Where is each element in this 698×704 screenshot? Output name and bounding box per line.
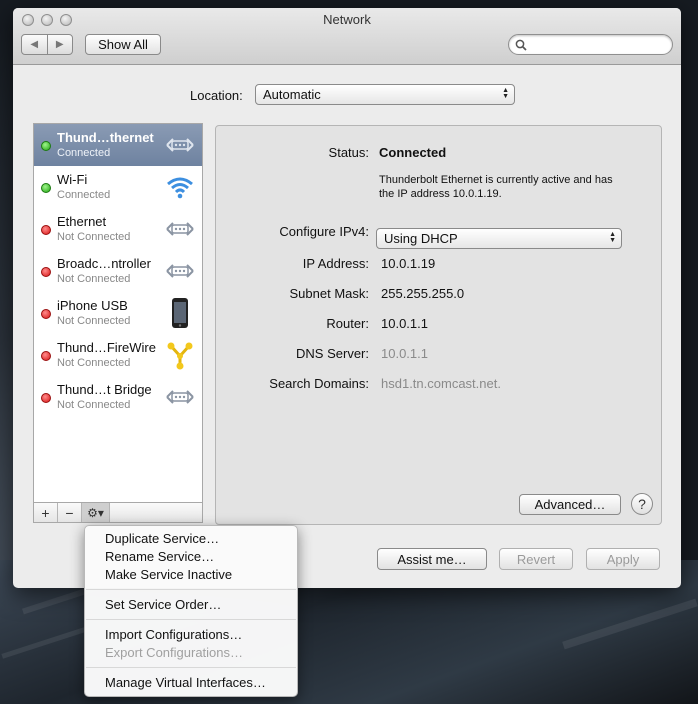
menu-item-import-configurations[interactable]: Import Configurations… (105, 627, 242, 642)
search-icon (515, 39, 527, 51)
service-name: Thund…t Bridge (57, 382, 152, 397)
ip-address-value: 10.0.1.19 (381, 256, 436, 271)
service-status: Not Connected (57, 357, 131, 369)
menu-item-make-service-inactive[interactable]: Make Service Inactive (105, 567, 232, 582)
service-item-ethernet[interactable]: Ethernet Not Connected (34, 208, 202, 250)
status-dot (41, 267, 51, 277)
service-name: Broadc…ntroller (57, 256, 151, 271)
status-dot (41, 225, 51, 235)
back-forward-control: ◀ ▶ (21, 34, 73, 55)
search-domains-label: Search Domains: (269, 376, 369, 391)
service-item-wifi[interactable]: Wi-Fi Connected (34, 166, 202, 208)
chevron-left-icon[interactable]: ◀ (22, 35, 48, 54)
status-dot (41, 351, 51, 361)
menu-item-rename-service[interactable]: Rename Service… (105, 549, 214, 564)
wifi-icon (167, 177, 193, 199)
service-name: Thund…thernet (57, 130, 154, 145)
ethernet-icon (166, 138, 194, 152)
status-dot (41, 393, 51, 403)
popup-arrows-icon: ▲ ▼ (609, 231, 616, 244)
service-status: Not Connected (57, 231, 131, 243)
remove-service-button[interactable]: − (58, 503, 82, 522)
service-name: Ethernet (57, 214, 107, 229)
service-name: Thund…FireWire (57, 340, 156, 355)
status-dot (41, 309, 51, 319)
add-service-button[interactable]: + (34, 503, 58, 522)
service-item-broadcom-controller[interactable]: Broadc…ntroller Not Connected (34, 250, 202, 292)
chevron-right-icon[interactable]: ▶ (48, 35, 73, 54)
window-title: Network (323, 12, 371, 27)
detail-panel: Status: Connected Thunderbolt Ethernet i… (215, 125, 662, 525)
subnet-mask-label: Subnet Mask: (289, 286, 370, 301)
service-status: Not Connected (57, 273, 131, 285)
status-dot (41, 183, 51, 193)
location-label: Location: (190, 88, 243, 103)
service-status: Connected (57, 189, 111, 201)
apply-button[interactable]: Apply (586, 548, 660, 570)
status-value: Connected (379, 145, 447, 160)
dns-server-label: DNS Server: (296, 346, 369, 361)
help-button[interactable]: ? (631, 493, 653, 515)
ethernet-icon (166, 264, 194, 278)
network-window: Network ◀ ▶ Show All Location: Automatic… (13, 8, 681, 588)
ip-address-label: IP Address: (302, 256, 369, 271)
location-popup[interactable]: Automatic ▲ ▼ (255, 84, 515, 105)
status-description: Thunderbolt Ethernet is currently active… (379, 174, 613, 200)
service-name: iPhone USB (57, 298, 128, 313)
search-domains-value: hsd1.tn.comcast.net. (381, 376, 501, 391)
menu-item-export-configurations: Export Configurations… (105, 645, 244, 660)
iphone-icon (172, 298, 188, 328)
assist-me-button[interactable]: Assist me… (377, 548, 487, 570)
service-status: Not Connected (57, 399, 131, 411)
search-input[interactable] (508, 34, 673, 55)
popup-arrows-icon: ▲ ▼ (502, 87, 509, 100)
service-item-thunderbolt-firewire[interactable]: Thund…FireWire Not Connected (34, 334, 202, 376)
advanced-button[interactable]: Advanced… (519, 494, 621, 515)
configure-ipv4-label: Configure IPv4: (279, 224, 369, 239)
firewire-icon (167, 342, 193, 370)
service-status: Not Connected (57, 315, 131, 327)
service-list-toolbar: + − ⚙▾ (33, 503, 203, 523)
service-list: Thund…thernet Connected Wi-Fi Connected … (33, 123, 203, 503)
menu-item-manage-virtual-interfaces[interactable]: Manage Virtual Interfaces… (105, 675, 266, 690)
configure-ipv4-value: Using DHCP (384, 231, 458, 246)
service-item-thunderbolt-bridge[interactable]: Thund…t Bridge Not Connected (34, 376, 202, 418)
service-item-iphone-usb[interactable]: iPhone USB Not Connected (34, 292, 202, 334)
router-label: Router: (326, 316, 369, 331)
service-status: Connected (57, 147, 111, 159)
service-name: Wi-Fi (57, 172, 88, 187)
menu-separator (86, 589, 296, 590)
menu-separator (86, 619, 296, 620)
status-dot (41, 141, 51, 151)
subnet-mask-value: 255.255.255.0 (381, 286, 465, 301)
title-bar: Network ◀ ▶ Show All (13, 8, 681, 65)
show-all-button[interactable]: Show All (85, 34, 161, 55)
menu-item-set-service-order[interactable]: Set Service Order… (105, 597, 221, 612)
ethernet-icon (166, 222, 194, 236)
location-value: Automatic (263, 87, 321, 102)
menu-item-duplicate-service[interactable]: Duplicate Service… (105, 531, 219, 546)
gear-action-menu: Duplicate Service… Rename Service… Make … (84, 525, 298, 697)
configure-ipv4-popup[interactable]: Using DHCP ▲ ▼ (376, 228, 622, 249)
router-value: 10.0.1.1 (381, 316, 428, 331)
revert-button[interactable]: Revert (499, 548, 573, 570)
gear-icon[interactable]: ⚙▾ (82, 503, 110, 522)
menu-separator (86, 667, 296, 668)
ethernet-icon (166, 390, 194, 404)
status-label: Status: (328, 145, 369, 160)
service-item-thunderbolt-ethernet[interactable]: Thund…thernet Connected (34, 124, 202, 166)
dns-server-value: 10.0.1.1 (381, 346, 428, 361)
